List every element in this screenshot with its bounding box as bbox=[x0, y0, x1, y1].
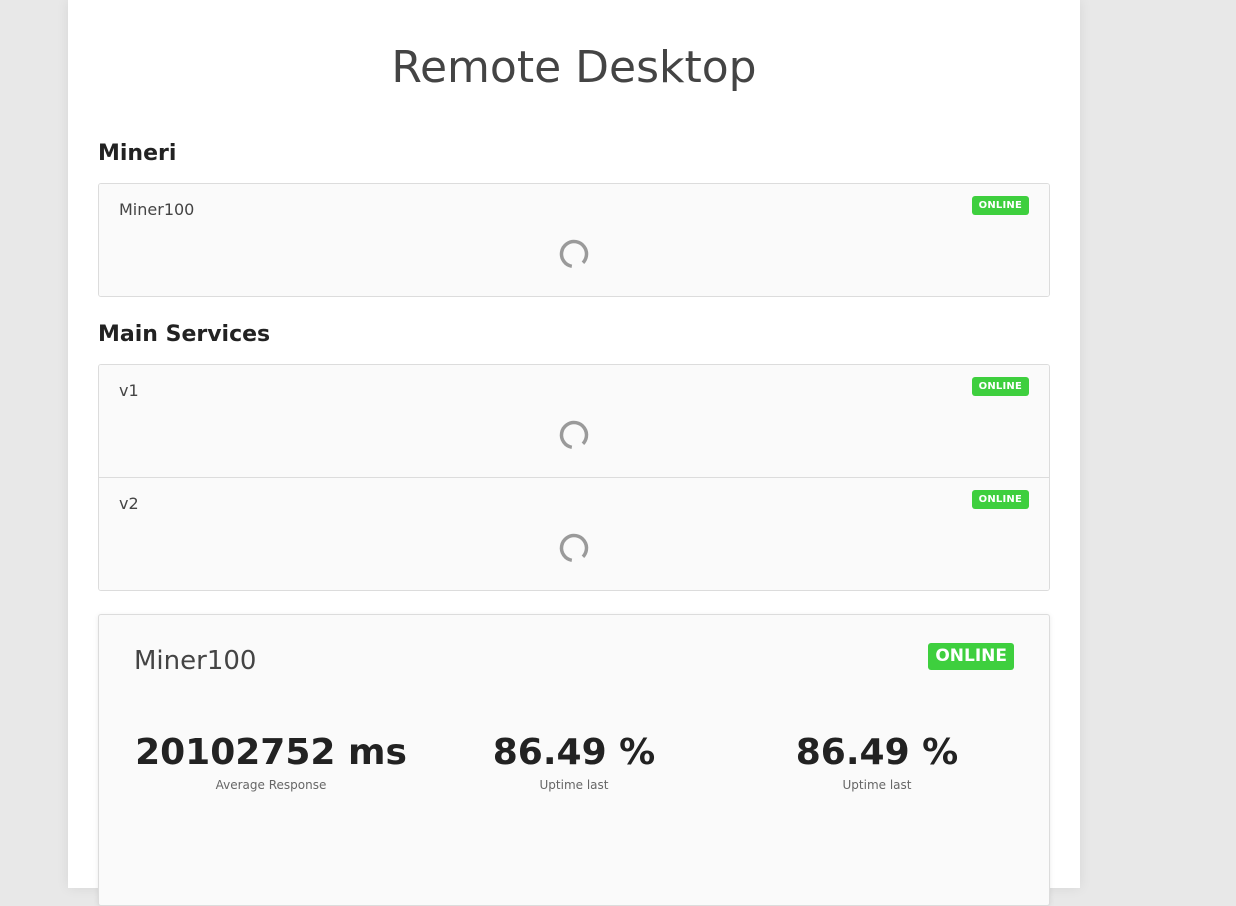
stat-uptime-1: 86.49 % Uptime last bbox=[424, 731, 724, 793]
status-page: Remote Desktop Mineri Miner100 ONLINE Ma… bbox=[68, 0, 1080, 906]
page-title: Remote Desktop bbox=[391, 42, 757, 93]
monitor-name: v1 bbox=[119, 381, 139, 400]
monitor-item-v2[interactable]: v2 ONLINE bbox=[99, 477, 1049, 590]
spinner-icon bbox=[559, 239, 589, 269]
stat-value: 86.49 % bbox=[795, 732, 959, 773]
monitor-group-main-services: v1 ONLINE v2 ONLINE bbox=[98, 364, 1050, 591]
stat-value: 20102752 ms bbox=[135, 732, 407, 773]
stat-label: Uptime last bbox=[842, 778, 912, 792]
monitor-name: v2 bbox=[119, 494, 139, 513]
spinner-icon bbox=[559, 533, 589, 563]
detail-status-badge: ONLINE bbox=[928, 643, 1014, 670]
monitor-detail-panel: Miner100 ONLINE 20102752 ms Average Resp… bbox=[98, 614, 1050, 906]
spinner-icon bbox=[559, 420, 589, 450]
stat-average-response: 20102752 ms Average Response bbox=[121, 731, 421, 793]
status-badge: ONLINE bbox=[971, 196, 1029, 215]
stat-label: Average Response bbox=[215, 778, 327, 792]
monitor-group-mineri: Miner100 ONLINE bbox=[98, 183, 1050, 297]
status-badge: ONLINE bbox=[971, 490, 1029, 509]
monitor-name: Miner100 bbox=[119, 200, 195, 219]
section-title-main-services: Main Services bbox=[98, 322, 271, 347]
stat-label: Uptime last bbox=[539, 778, 609, 792]
status-badge: ONLINE bbox=[971, 377, 1029, 396]
monitor-item-miner100[interactable]: Miner100 ONLINE bbox=[99, 184, 1049, 296]
stat-value: 86.49 % bbox=[492, 732, 656, 773]
detail-monitor-name: Miner100 bbox=[134, 646, 257, 676]
stat-uptime-2: 86.49 % Uptime last bbox=[727, 731, 1027, 793]
monitor-item-v1[interactable]: v1 ONLINE bbox=[99, 365, 1049, 477]
section-title-mineri: Mineri bbox=[98, 141, 177, 166]
